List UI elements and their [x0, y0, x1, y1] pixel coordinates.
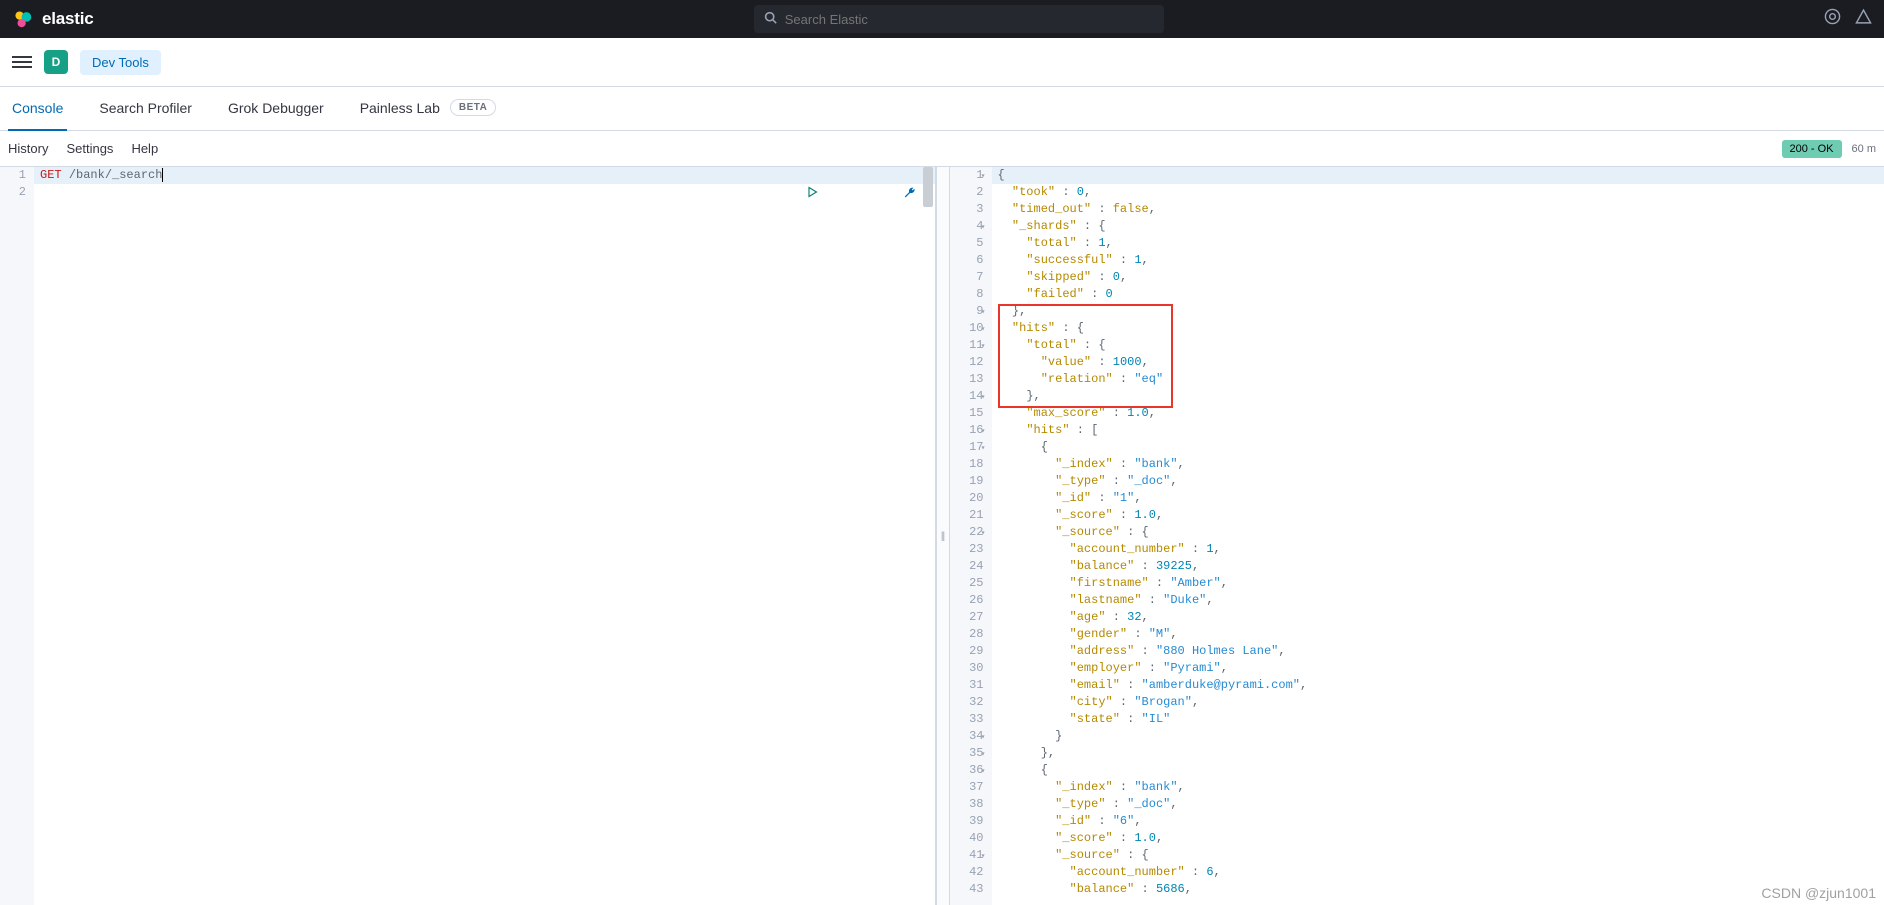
alert-icon[interactable]	[1855, 8, 1872, 30]
play-icon[interactable]	[728, 169, 818, 222]
timing-text: 60 m	[1852, 143, 1876, 155]
toolbar-history[interactable]: History	[8, 141, 48, 156]
request-gutter: 12	[0, 167, 34, 905]
console-toolbar: History Settings Help 200 - OK 60 m	[0, 131, 1884, 167]
help-icon[interactable]	[1824, 8, 1841, 30]
splitter-handle-icon: ||	[941, 531, 944, 542]
editor-split: 12 GET /bank/_search || 1▾234▾56789▾10▾1…	[0, 167, 1884, 905]
response-gutter: 1▾234▾56789▾10▾11▾121314▾1516▾17▾1819202…	[950, 167, 992, 905]
request-pane[interactable]: 12 GET /bank/_search	[0, 167, 936, 905]
search-icon	[764, 11, 777, 27]
menu-toggle-icon[interactable]	[12, 53, 32, 71]
space-badge[interactable]: D	[44, 50, 68, 74]
wrench-icon[interactable]	[824, 169, 916, 222]
response-viewer[interactable]: { "took" : 0, "timed_out" : false, "_sha…	[992, 167, 1884, 905]
topbar: elastic	[0, 0, 1884, 38]
beta-badge: BETA	[450, 99, 496, 116]
tab-console[interactable]: Console	[8, 87, 67, 131]
watermark: CSDN @zjun1001	[1761, 885, 1876, 901]
toolbar-settings[interactable]: Settings	[66, 141, 113, 156]
response-pane[interactable]: 1▾234▾56789▾10▾11▾121314▾1516▾17▾1819202…	[950, 167, 1884, 905]
tab-search-profiler[interactable]: Search Profiler	[95, 87, 196, 131]
tab-painless-lab[interactable]: Painless LabBETA	[356, 87, 501, 131]
tab-grok-debugger[interactable]: Grok Debugger	[224, 87, 328, 131]
request-editor[interactable]: GET /bank/_search	[34, 167, 935, 905]
elastic-logo-icon	[12, 8, 34, 30]
navbar: D Dev Tools	[0, 38, 1884, 87]
search-input[interactable]	[785, 12, 1154, 27]
status-badge: 200 - OK	[1782, 140, 1842, 158]
tabs: Console Search Profiler Grok Debugger Painl…	[0, 87, 1884, 131]
request-actions	[728, 169, 916, 222]
breadcrumb-devtools[interactable]: Dev Tools	[80, 50, 161, 75]
global-search[interactable]	[754, 5, 1164, 33]
brand-logo[interactable]: elastic	[12, 8, 94, 30]
toolbar-help[interactable]: Help	[131, 141, 158, 156]
topbar-actions	[1824, 8, 1872, 30]
brand-text: elastic	[42, 9, 94, 29]
splitter[interactable]: ||	[936, 167, 950, 905]
scrollbar-thumb[interactable]	[923, 167, 933, 207]
